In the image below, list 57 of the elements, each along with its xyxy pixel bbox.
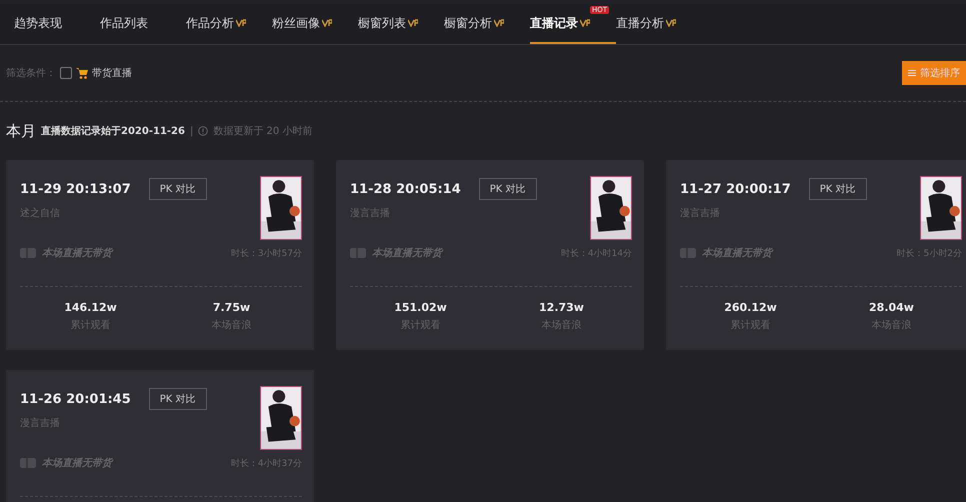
sort-icon — [908, 69, 916, 77]
stat-label: 本场音浪 — [542, 318, 582, 332]
stat-value: 12.73w — [539, 301, 584, 314]
checkbox[interactable] — [60, 67, 72, 79]
goods-icon — [680, 247, 696, 259]
goods-icon — [20, 247, 36, 259]
live-time: 11-27 20:00:17 — [680, 182, 791, 196]
record-start-note: 直播数据记录始于2020-11-26 — [41, 124, 185, 138]
filter-option-label: 带货直播 — [92, 66, 132, 80]
divider-mark: | — [190, 126, 194, 136]
tab[interactable]: 作品列表 — [100, 4, 186, 44]
tab[interactable]: 橱窗分析 — [444, 4, 530, 44]
duration: 时长：5小时2分 — [896, 248, 962, 260]
live-time: 11-28 20:05:14 — [350, 182, 461, 196]
period-title: 本月 — [6, 122, 36, 140]
filter-label: 筛选条件： — [6, 66, 56, 80]
tab[interactable]: 趋势表现 — [14, 4, 100, 44]
pk-compare-button[interactable]: PK 对比 — [808, 178, 867, 200]
goods-icon — [350, 247, 366, 259]
live-title: 漫言吉播 — [350, 206, 391, 220]
stat-label: 本场音浪 — [212, 318, 252, 332]
stat-label: 本场音浪 — [872, 318, 912, 332]
cart-icon — [76, 67, 88, 79]
no-goods-note: 本场直播无带货 — [42, 246, 112, 260]
live-title: 漫言吉播 — [20, 416, 61, 430]
live-title: 漫言吉播 — [680, 206, 721, 220]
no-goods-note: 本场直播无带货 — [702, 246, 772, 260]
tab[interactable]: 直播分析 — [616, 4, 702, 44]
duration: 时长：4小时37分 — [230, 458, 302, 470]
stat-label: 累计观看 — [400, 318, 440, 332]
duration: 时长：4小时14分 — [560, 248, 632, 260]
stat-label: 累计观看 — [70, 318, 110, 332]
live-title: 述之自信 — [20, 206, 61, 220]
tab[interactable]: 橱窗列表 — [358, 4, 444, 44]
live-time: 11-26 20:01:45 — [20, 392, 131, 406]
stat-value: 28.04w — [869, 301, 914, 314]
live-record-card[interactable]: 11-27 20:00:17 PK 对比 漫言吉播 本场直播无带货 时长：5小时2分 260.12w 累计观看 28.04w 本场音浪 — [666, 160, 966, 350]
live-record-card[interactable]: 11-26 20:01:45 PK 对比 漫言吉播 本场直播无带货 时长：4小时37分 — [6, 370, 314, 502]
no-goods-note: 本场直播无带货 — [42, 456, 112, 470]
stat-value: 260.12w — [724, 301, 777, 314]
stat-label: 累计观看 — [730, 318, 770, 332]
live-record-card[interactable]: 11-28 20:05:14 PK 对比 漫言吉播 本场直播无带货 时长：4小时14分 151.02w 累计观看 12.73w 本场音浪 — [336, 160, 644, 350]
tab[interactable]: 粉丝画像 — [272, 4, 358, 44]
live-time: 11-29 20:13:07 — [20, 182, 131, 196]
duration: 时长：3小时57分 — [230, 248, 302, 260]
stat-value: 151.02w — [394, 301, 447, 314]
stat-value: 146.12w — [64, 301, 117, 314]
live-record-card[interactable]: 11-29 20:13:07 PK 对比 述之自信 本场直播无带货 时长：3小时57分 146.12w 累计观看 7.75w 本场音浪 — [6, 160, 314, 350]
pk-compare-button[interactable]: PK 对比 — [148, 178, 207, 200]
pk-compare-button[interactable]: PK 对比 — [148, 388, 207, 410]
stat-value: 7.75w — [212, 301, 250, 314]
no-goods-note: 本场直播无带货 — [372, 246, 442, 260]
pk-compare-button[interactable]: PK 对比 — [478, 178, 537, 200]
tab[interactable]: 作品分析 — [186, 4, 272, 44]
update-note: 数据更新于 20 小时前 — [213, 124, 312, 138]
info-icon — [198, 126, 208, 136]
goods-icon — [20, 457, 36, 469]
